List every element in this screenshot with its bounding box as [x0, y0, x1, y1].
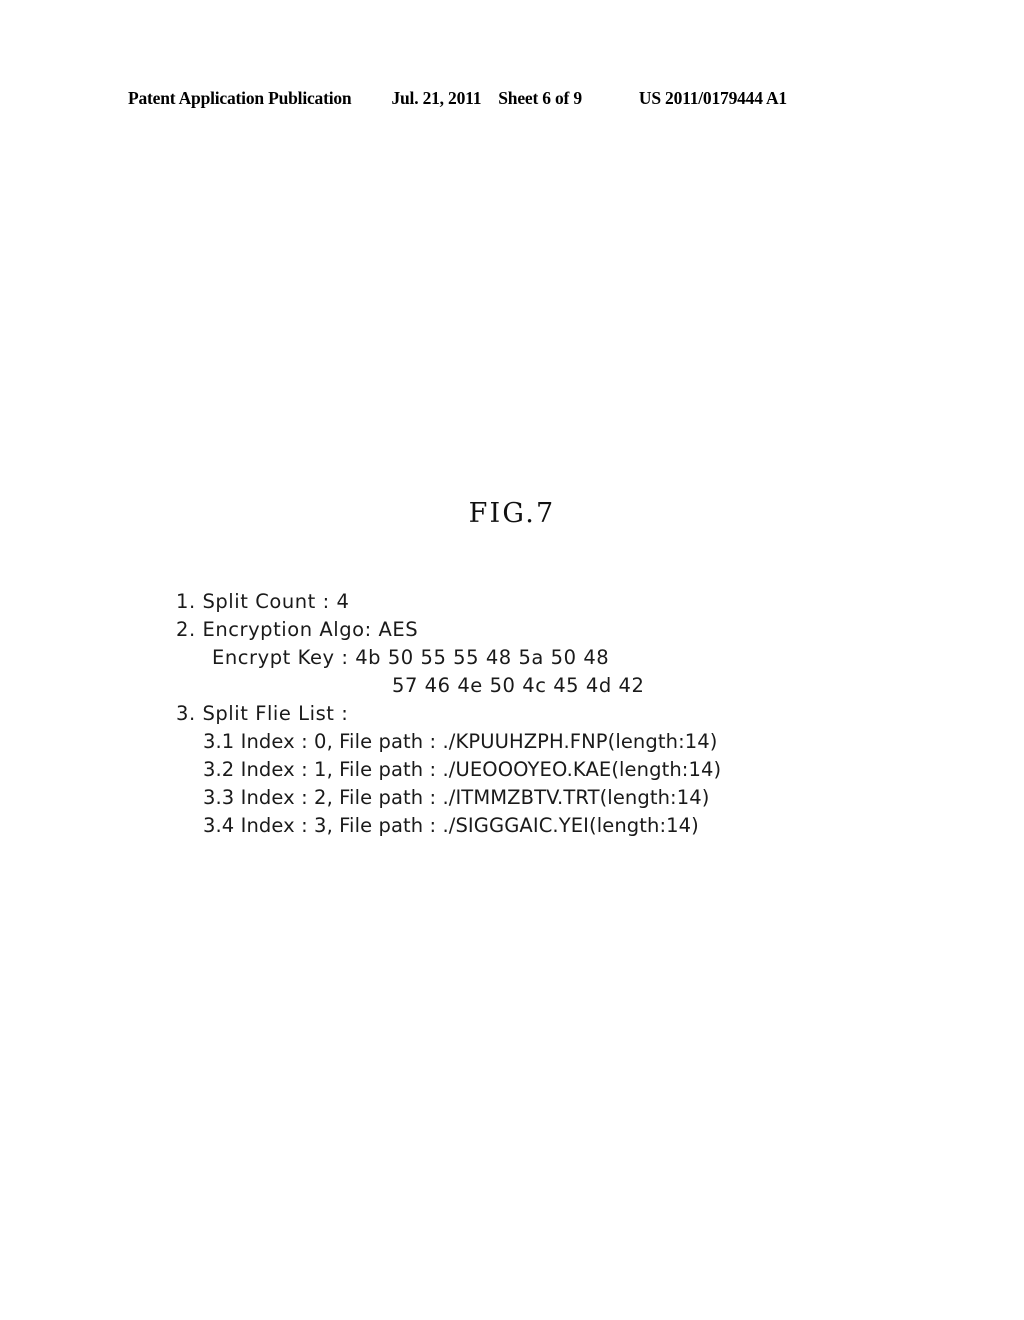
- listing-line-encrypt-key-continued: 57 46 4e 50 4c 45 4d 42: [392, 674, 645, 697]
- figure-label: FIG.7: [468, 498, 556, 529]
- listing-line-split-file-item: 3.1 Index : 0, File path : ./KPUUHZPH.FN…: [203, 730, 718, 753]
- figure-content-listing: 1. Split Count : 4 2. Encryption Algo: A…: [176, 588, 976, 840]
- publication-number: US 2011/0179444 A1: [638, 88, 787, 108]
- running-header: Patent Application Publication Jul. 21, …: [128, 88, 896, 112]
- publication-title: Patent Application Publication: [128, 88, 352, 108]
- listing-line-encryption-algo: 2. Encryption Algo: AES: [176, 618, 419, 641]
- sheet-number: Sheet 6 of 9: [498, 88, 582, 108]
- listing-line-split-file-item: 3.4 Index : 3, File path : ./SIGGGAIC.YE…: [203, 814, 699, 837]
- publication-date: Jul. 21, 2011: [391, 88, 482, 108]
- listing-line-split-count: 1. Split Count : 4: [176, 590, 350, 613]
- listing-line-split-file-item: 3.3 Index : 2, File path : ./ITMMZBTV.TR…: [203, 786, 710, 809]
- listing-line-split-file-item: 3.2 Index : 1, File path : ./UEOOOYEO.KA…: [203, 758, 722, 781]
- patent-figure-page: Patent Application Publication Jul. 21, …: [0, 0, 1024, 1320]
- listing-line-split-file-list: 3. Split Flie List :: [176, 702, 349, 725]
- listing-line-encrypt-key: Encrypt Key : 4b 50 55 55 48 5a 50 48: [212, 646, 610, 669]
